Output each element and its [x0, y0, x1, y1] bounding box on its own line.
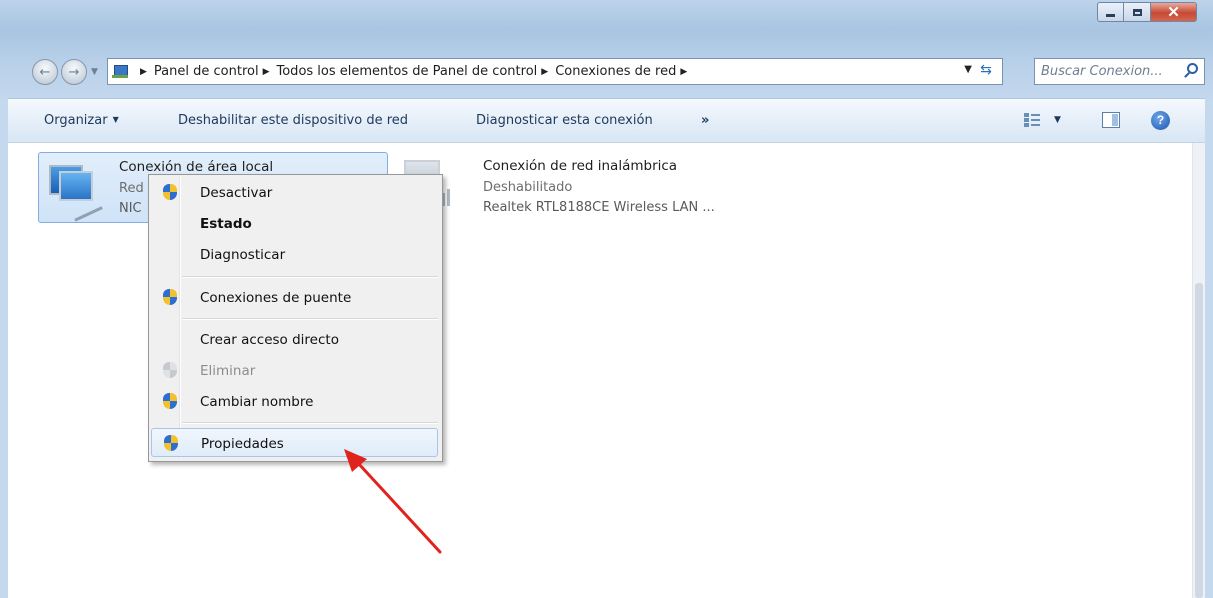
annotation-arrow-shaft	[356, 461, 442, 554]
annotation-arrow	[344, 449, 442, 554]
